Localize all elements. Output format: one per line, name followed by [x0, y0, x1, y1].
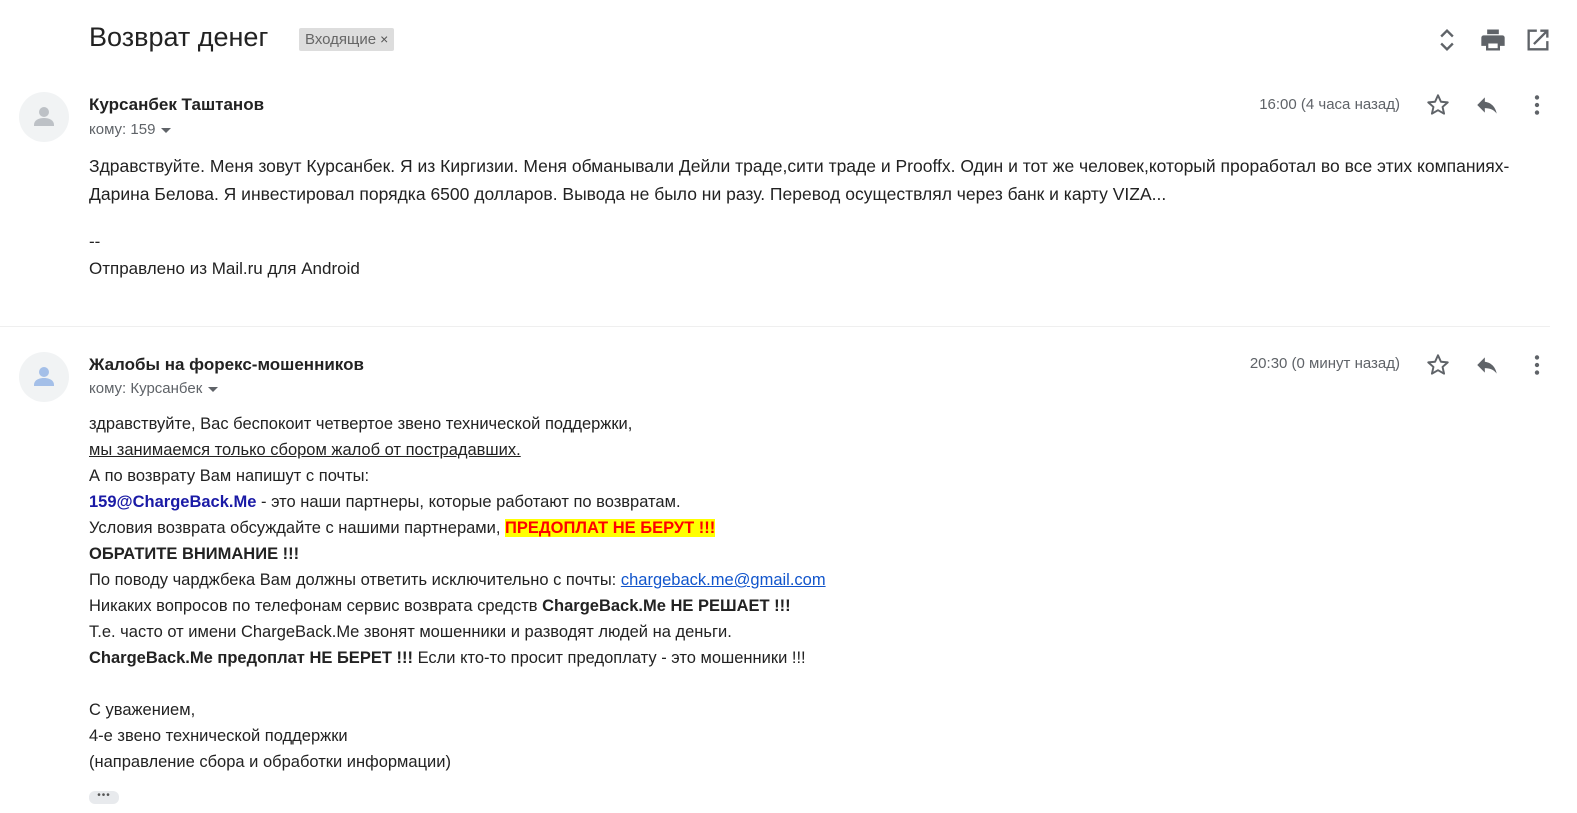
bold-text: ChargeBack.Me НЕ РЕШАЕТ !!! — [542, 597, 791, 615]
body-text: Здравствуйте. Меня зовут Курсанбек. Я из… — [89, 156, 1510, 204]
show-trimmed-content-button[interactable]: ••• — [89, 791, 119, 804]
signature-separator: -- — [89, 232, 101, 251]
body-line: ОБРАТИТЕ ВНИМАНИЕ !!! — [89, 545, 300, 563]
highlighted-warning: ПРЕДОПЛАТ НЕ БЕРУТ !!! — [505, 519, 716, 537]
body-text: Условия возврата обсуждайте с нашими пар… — [89, 519, 506, 537]
reply-icon[interactable] — [1474, 92, 1500, 118]
body-line: По поводу чарджбека Вам должны ответить … — [89, 567, 826, 593]
closing-line: С уважением, — [89, 701, 196, 719]
inbox-label-chip[interactable]: Входящие × — [299, 28, 395, 51]
more-options-icon[interactable] — [1524, 92, 1550, 118]
recipient-details[interactable]: кому: Курсанбек — [89, 380, 219, 397]
thread-subject: Возврат денег — [89, 22, 269, 52]
star-icon[interactable] — [1425, 352, 1451, 378]
message-body: здравствуйте, Вас беспокоит четвертое зв… — [89, 411, 826, 775]
message-time: 20:30 (0 минут назад) — [1249, 355, 1400, 372]
body-line: Т.е. часто от имени ChargeBack.Me звонят… — [89, 623, 732, 641]
remove-label-icon[interactable]: × — [380, 31, 388, 47]
expand-collapse-icon[interactable] — [1433, 26, 1461, 54]
chevron-down-icon[interactable] — [208, 386, 219, 392]
body-line: А по возврату Вам напишут с почты: — [89, 467, 370, 485]
partner-email: 159@ChargeBack.Me — [89, 493, 257, 511]
message-body: Здравствуйте. Меня зовут Курсанбек. Я из… — [89, 152, 1529, 208]
body-line: Условия возврата обсуждайте с нашими пар… — [89, 515, 826, 541]
message-divider — [0, 326, 1550, 327]
body-text: - это наши партнеры, которые работают по… — [256, 493, 681, 511]
closing-line: (направление сбора и обработки информаци… — [89, 753, 451, 771]
recipient-details[interactable]: кому: 159 — [89, 121, 172, 138]
body-text: Никаких вопросов по телефонам сервис воз… — [89, 597, 543, 615]
open-new-window-icon[interactable] — [1524, 26, 1552, 54]
body-line: 159@ChargeBack.Me - это наши партнеры, к… — [89, 489, 826, 515]
avatar — [19, 92, 69, 142]
body-line: ChargeBack.Me предоплат НЕ БЕРЕТ !!! Есл… — [89, 645, 826, 671]
signature: -- Отправлено из Mail.ru для Android — [89, 228, 360, 282]
reply-icon[interactable] — [1474, 352, 1500, 378]
email-link[interactable]: chargeback.me@gmail.com — [621, 571, 826, 589]
thread-header: Возврат денег Входящие × — [0, 0, 1577, 80]
body-line: мы занимаемся только сбором жалоб от пос… — [89, 441, 521, 459]
recipient-text: кому: 159 — [89, 121, 156, 138]
print-icon[interactable] — [1479, 26, 1507, 54]
star-icon[interactable] — [1425, 92, 1451, 118]
signature-text: Отправлено из Mail.ru для Android — [89, 259, 360, 278]
chevron-down-icon[interactable] — [161, 127, 172, 133]
bold-text: ChargeBack.Me предоплат НЕ БЕРЕТ !!! — [89, 649, 413, 667]
avatar — [19, 352, 69, 402]
sender-name[interactable]: Жалобы на форекс-мошенников — [89, 355, 364, 375]
recipient-text: кому: Курсанбек — [89, 380, 203, 397]
body-line: здравствуйте, Вас беспокоит четвертое зв… — [89, 415, 633, 433]
message-time: 16:00 (4 часа назад) — [1259, 96, 1400, 113]
body-text: По поводу чарджбека Вам должны ответить … — [89, 571, 621, 589]
label-text: Входящие — [305, 31, 377, 48]
closing-line: 4-е звено технической поддержки — [89, 727, 348, 745]
more-options-icon[interactable] — [1524, 352, 1550, 378]
body-text: Если кто-то просит предоплату - это моше… — [412, 649, 806, 667]
body-line: Никаких вопросов по телефонам сервис воз… — [89, 593, 826, 619]
sender-name[interactable]: Курсанбек Таштанов — [89, 95, 264, 115]
